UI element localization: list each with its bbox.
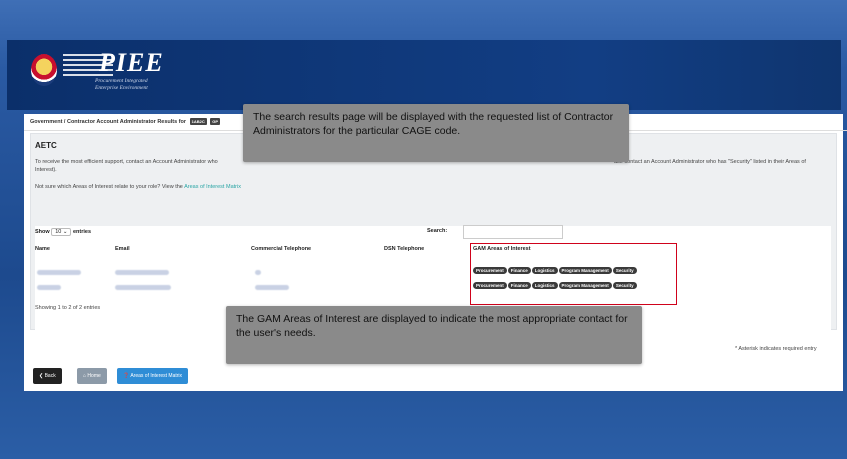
info-text-right: ase contact an Account Administrator who… [614, 159, 806, 165]
piee-logo-text: PIEE [99, 48, 164, 77]
redacted-name [37, 285, 61, 290]
home-button[interactable]: ⌂ Home [77, 368, 107, 384]
info-text-cont: Interest). [35, 167, 57, 173]
callout-top: The search results page will be displaye… [243, 104, 629, 162]
redacted-email [115, 285, 171, 290]
info-text-left: To receive the most efficient support, c… [35, 159, 218, 165]
col-name: Name [35, 246, 50, 252]
cage-code-chip: 1AB2C [189, 118, 207, 126]
back-button[interactable]: ❮ Back [33, 368, 62, 384]
gam-areas-highlight [470, 243, 677, 305]
matrix-link[interactable]: Areas of Interest Matrix [184, 184, 241, 190]
entries-control: Show 10 ⌄ entries [35, 228, 92, 236]
org-heading: AETC [35, 141, 57, 150]
col-email: Email [115, 246, 130, 252]
logo-subtitle: Procurement Integrated Enterprise Enviro… [95, 78, 148, 91]
redacted-name [37, 270, 81, 275]
asterisk-note: * Asterisk indicates required entry [735, 346, 817, 352]
redacted-phone [255, 270, 261, 275]
search-input[interactable] [463, 225, 563, 239]
col-commercial-telephone: Commercial Telephone [251, 246, 312, 252]
results-panel: AETC To receive the most efficient suppo… [30, 133, 837, 350]
entries-select[interactable]: 10 ⌄ [51, 228, 72, 236]
matrix-button[interactable]: ❓ Areas of Interest Matrix [117, 368, 189, 384]
cage-code-chip-2: GP [210, 118, 221, 126]
search-label: Search: [427, 228, 448, 234]
callout-bottom: The GAM Areas of Interest are displayed … [226, 306, 642, 364]
dod-seal-icon [31, 54, 57, 86]
redacted-phone [255, 285, 289, 290]
redacted-email [115, 270, 169, 275]
showing-entries: Showing 1 to 2 of 2 entries [35, 305, 101, 311]
col-dsn-telephone: DSN Telephone [384, 246, 425, 252]
piee-header: PIEE Procurement Integrated Enterprise E… [7, 40, 841, 110]
not-sure-text: Not sure which Areas of Interest relate … [35, 184, 241, 190]
